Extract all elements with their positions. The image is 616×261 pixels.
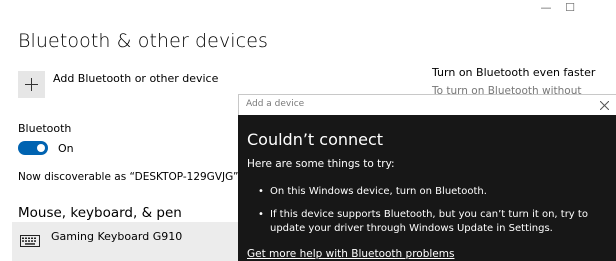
right-panel-heading: Turn on Bluetooth even faster (432, 66, 596, 79)
help-link[interactable]: Get more help with Bluetooth problems (247, 248, 454, 260)
tips-list: • On this Windows device, turn on Bluetoo… (258, 185, 608, 245)
close-icon (599, 100, 609, 110)
add-device-button[interactable] (18, 71, 45, 98)
discoverable-text: Now discoverable as “DESKTOP-129GVJG” (18, 171, 239, 183)
tip-item: • On this Windows device, turn on Bluetoo… (258, 186, 487, 197)
dialog-intro: Here are some things to try: (247, 158, 395, 170)
tip-text: If this device supports Bluetooth, but y… (270, 209, 588, 234)
dialog-titlebar: Add a device (238, 94, 616, 115)
maximize-button[interactable]: ☐ (556, 0, 584, 14)
plus-icon (25, 78, 38, 91)
add-device-dialog: Add a device Couldn’t connect Here are s… (238, 94, 616, 261)
keyboard-icon (20, 235, 40, 247)
bluetooth-toggle-state: On (58, 142, 74, 155)
tip-text: On this Windows device, turn on Bluetoot… (270, 186, 487, 197)
minimize-icon: — (540, 0, 552, 14)
page-title: Bluetooth & other devices (18, 30, 269, 52)
maximize-icon: ☐ (565, 0, 575, 14)
section-title-mouse-keyboard-pen: Mouse, keyboard, & pen (18, 205, 182, 221)
toggle-knob (37, 144, 45, 152)
dialog-title: Add a device (246, 99, 305, 109)
device-name: Gaming Keyboard G910 (51, 230, 183, 243)
tip-item: • If this device supports Bluetooth, but … (258, 209, 588, 234)
dialog-heading: Couldn’t connect (247, 130, 384, 149)
add-device-label[interactable]: Add Bluetooth or other device (53, 72, 218, 85)
bluetooth-label: Bluetooth (18, 122, 72, 135)
dialog-close-button[interactable] (597, 98, 611, 112)
bluetooth-toggle[interactable] (18, 141, 48, 155)
